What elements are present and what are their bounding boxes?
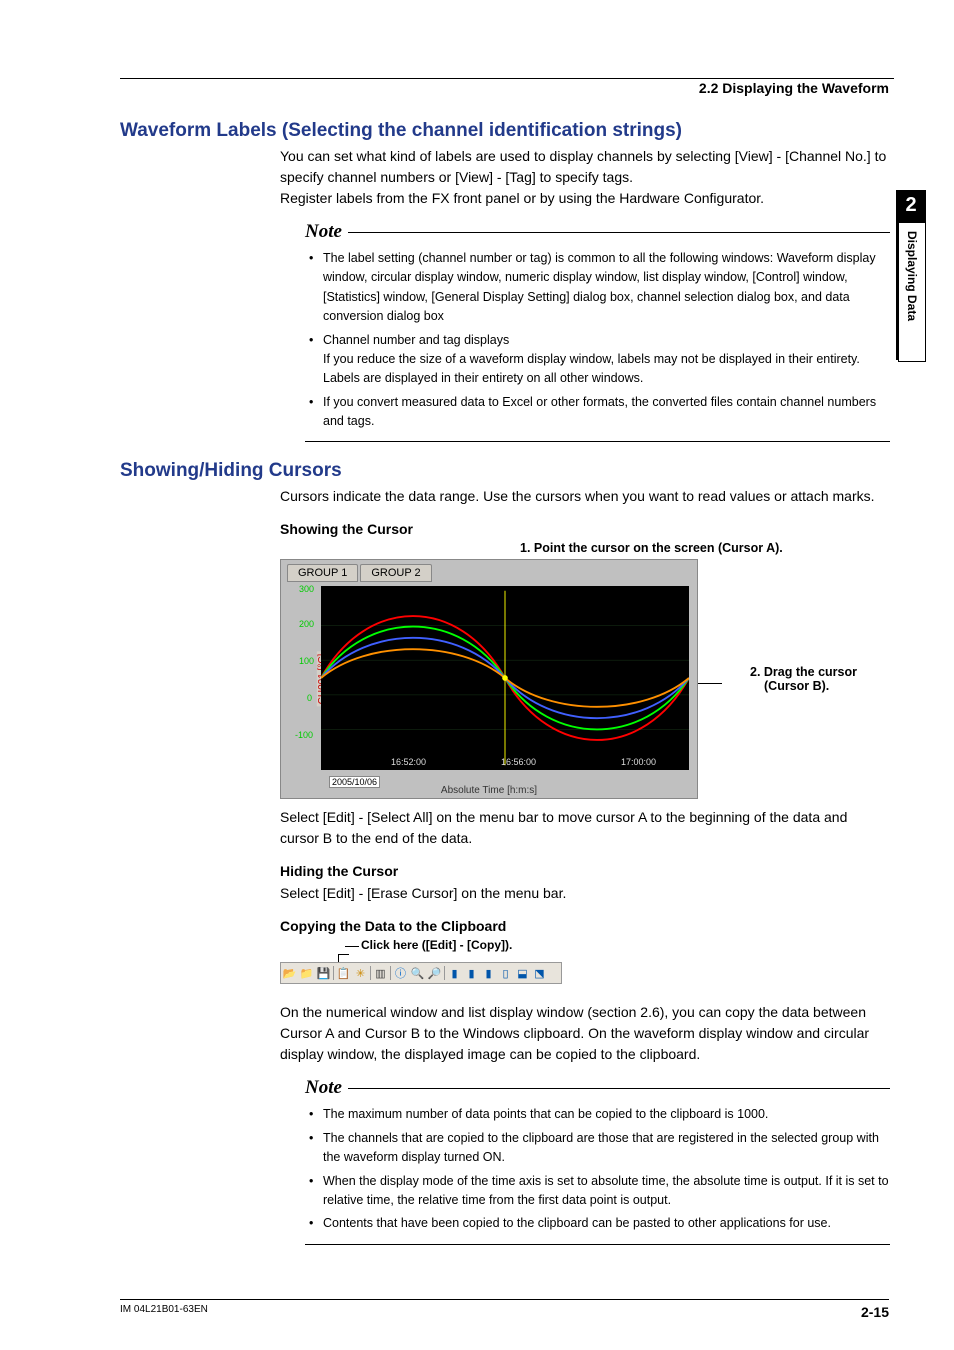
- heading-cursors: Showing/Hiding Cursors: [120, 460, 890, 482]
- callout-cursor-b: 2. Drag the cursor (Cursor B).: [750, 665, 890, 693]
- note-item: The maximum number of data points that c…: [305, 1105, 890, 1124]
- view1-icon[interactable]: ▮: [446, 965, 463, 981]
- x-axis-label: Absolute Time [h:m:s]: [441, 785, 537, 796]
- y-tick: -100: [295, 730, 313, 740]
- paragraph: You can set what kind of labels are used…: [280, 146, 890, 188]
- zoom-in-icon[interactable]: 🔍: [409, 965, 426, 981]
- y-tick: 200: [299, 619, 314, 629]
- x-tick: 16:56:00: [501, 757, 536, 767]
- view5-icon[interactable]: ⬓: [514, 965, 531, 981]
- subheading-hiding-cursor: Hiding the Cursor: [280, 863, 890, 879]
- header-rule: [120, 78, 894, 79]
- note-label: Note: [305, 1077, 342, 1099]
- waveform-svg: [321, 586, 689, 770]
- page-footer: IM 04L21B01-63EN 2-15: [120, 1299, 889, 1320]
- rule: [348, 232, 890, 233]
- info-icon[interactable]: ⓘ: [392, 965, 409, 981]
- graph-row: GROUP 1 GROUP 2 CH001 [°C]: [280, 559, 890, 799]
- chapter-number: 2: [896, 190, 926, 220]
- note-item: The label setting (channel number or tag…: [305, 249, 890, 327]
- paragraph: Cursors indicate the data range. Use the…: [280, 486, 890, 507]
- rule: [305, 441, 890, 442]
- save-icon[interactable]: 💾: [315, 965, 332, 981]
- note-list: The maximum number of data points that c…: [305, 1105, 890, 1233]
- view2-icon[interactable]: ▮: [463, 965, 480, 981]
- x-tick: 16:52:00: [391, 757, 426, 767]
- note-block: Note The maximum number of data points t…: [305, 1077, 890, 1244]
- chapter-title: Displaying Data: [898, 222, 926, 362]
- note-item: When the display mode of the time axis i…: [305, 1172, 890, 1211]
- settings-icon[interactable]: ▥: [372, 965, 389, 981]
- page-number: 2-15: [861, 1304, 889, 1320]
- section-header: 2.2 Displaying the Waveform: [0, 80, 954, 102]
- rule: [305, 1244, 890, 1245]
- note-item: Channel number and tag displays If you r…: [305, 331, 890, 389]
- note-list: The label setting (channel number or tag…: [305, 249, 890, 431]
- page: 2.2 Displaying the Waveform 2 Displaying…: [0, 0, 954, 1350]
- tab-group1[interactable]: GROUP 1: [287, 564, 358, 582]
- plot-area[interactable]: 300 200 100 0 -100 16:52:00 16:56:00 17:…: [321, 586, 689, 770]
- copy-hint: Click here ([Edit] - [Copy]).: [345, 938, 890, 952]
- y-tick: 300: [299, 584, 314, 594]
- x-tick: 17:00:00: [621, 757, 656, 767]
- paragraph: Register labels from the FX front panel …: [280, 188, 890, 209]
- doc-id: IM 04L21B01-63EN: [120, 1304, 208, 1320]
- chapter-tab: 2 Displaying Data: [896, 190, 926, 360]
- note-item: If you convert measured data to Excel or…: [305, 393, 890, 432]
- y-tick: 0: [307, 693, 312, 703]
- heading-waveform-labels: Waveform Labels (Selecting the channel i…: [120, 120, 890, 142]
- subheading-showing-cursor: Showing the Cursor: [280, 521, 890, 537]
- tab-group2[interactable]: GROUP 2: [360, 564, 431, 582]
- callout-cursor-a: 1. Point the cursor on the screen (Curso…: [520, 541, 890, 555]
- date-box: 2005/10/06: [329, 776, 380, 788]
- copy-icon[interactable]: 📋: [335, 965, 352, 981]
- star-icon[interactable]: ✳: [352, 965, 369, 981]
- view4-icon[interactable]: ▯: [497, 965, 514, 981]
- folder-icon[interactable]: 📁: [298, 965, 315, 981]
- note-item: The channels that are copied to the clip…: [305, 1129, 890, 1168]
- note-block: Note The label setting (channel number o…: [305, 221, 890, 442]
- content-area: Waveform Labels (Selecting the channel i…: [0, 120, 954, 1245]
- graph-tabs: GROUP 1 GROUP 2: [287, 564, 434, 582]
- paragraph: On the numerical window and list display…: [280, 1002, 890, 1065]
- rule: [348, 1088, 890, 1089]
- note-item: Contents that have been copied to the cl…: [305, 1214, 890, 1233]
- callout-connector: 2. Drag the cursor (Cursor B).: [698, 665, 890, 693]
- view6-icon[interactable]: ⬔: [531, 965, 548, 981]
- subheading-copy-clipboard: Copying the Data to the Clipboard: [280, 918, 890, 934]
- view3-icon[interactable]: ▮: [480, 965, 497, 981]
- waveform-graph[interactable]: GROUP 1 GROUP 2 CH001 [°C]: [280, 559, 698, 799]
- toolbar: 📂 📁 💾 📋 ✳ ▥ ⓘ 🔍 🔎 ▮ ▮ ▮ ▯ ⬓ ⬔: [280, 962, 562, 984]
- open-icon[interactable]: 📂: [281, 965, 298, 981]
- paragraph: Select [Edit] - [Select All] on the menu…: [280, 807, 890, 849]
- paragraph: Select [Edit] - [Erase Cursor] on the me…: [280, 883, 890, 904]
- y-tick: 100: [299, 656, 314, 666]
- zoom-out-icon[interactable]: 🔎: [426, 965, 443, 981]
- note-label: Note: [305, 221, 342, 243]
